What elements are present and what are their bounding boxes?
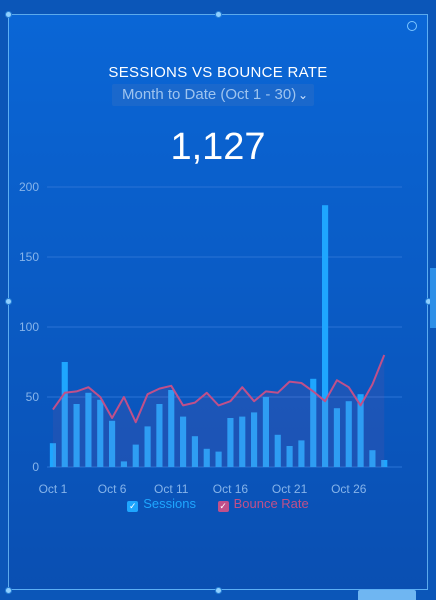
check-icon[interactable]: ✓ [217, 501, 229, 512]
legend-label-sessions: Sessions [143, 496, 196, 511]
bounce-rate-area [52, 355, 385, 467]
y-tick-label: 0 [32, 460, 39, 474]
x-tick-label: Oct 21 [272, 482, 308, 496]
x-tick-label: Oct 6 [98, 482, 127, 496]
check-icon[interactable]: ✓ [127, 501, 139, 512]
bottom-toolbar[interactable] [358, 590, 416, 600]
legend-item-sessions[interactable]: ✓ Sessions [127, 496, 196, 512]
y-tick-label: 150 [19, 250, 39, 264]
y-tick-label: 100 [19, 320, 39, 334]
x-tick-label: Oct 26 [331, 482, 367, 496]
x-tick-label: Oct 16 [213, 482, 249, 496]
legend-item-bounce-rate[interactable]: ✓ Bounce Rate [217, 496, 309, 512]
chart-legend: ✓ Sessions ✓ Bounce Rate [0, 496, 436, 512]
x-tick-label: Oct 1 [39, 482, 68, 496]
legend-label-bounce-rate: Bounce Rate [233, 496, 309, 511]
y-tick-label: 50 [26, 390, 40, 404]
x-tick-label: Oct 11 [154, 482, 189, 496]
y-tick-label: 200 [19, 180, 39, 194]
